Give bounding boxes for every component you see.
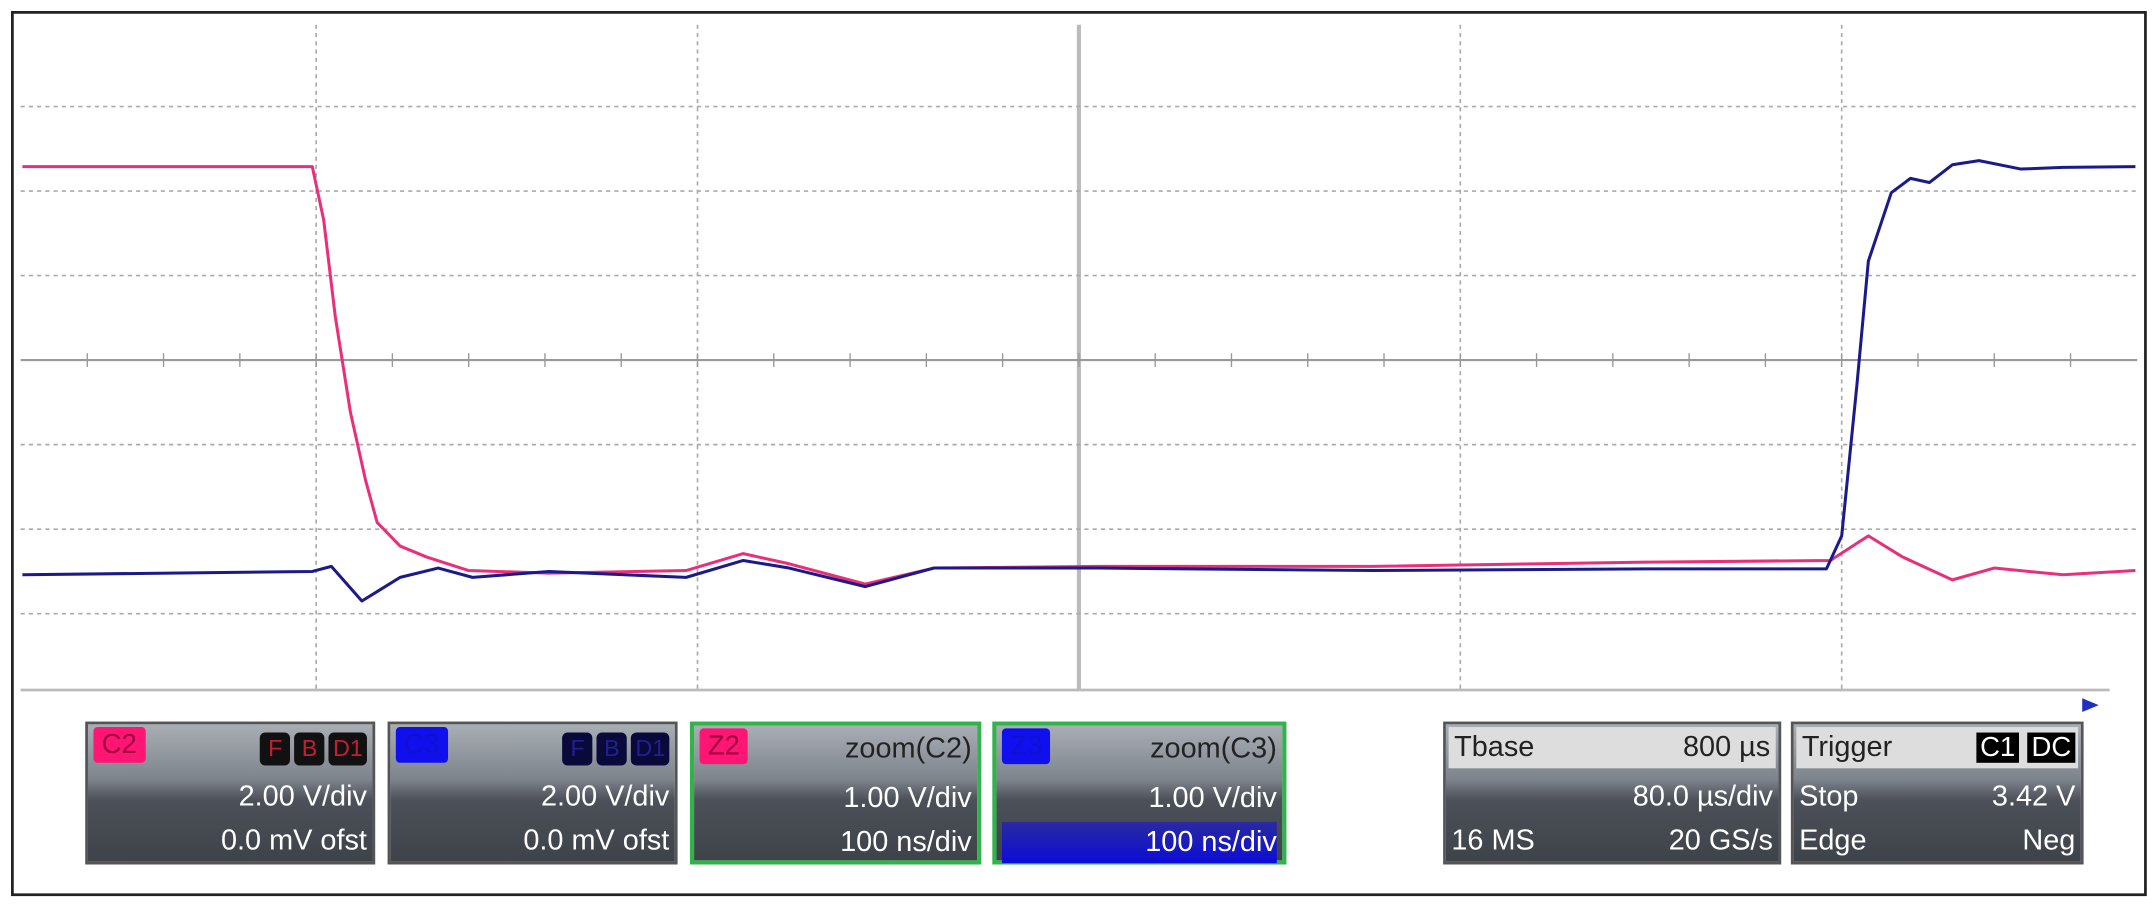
flag: F [260,732,291,766]
trigger-source: C1 [1975,732,2020,763]
channel-badge: C2 [93,727,146,763]
trigger-type: Edge [1799,824,1867,857]
volts-per-div: 2.00 V/div [238,780,367,813]
oscilloscope-screen: C2 F B D1 2.00 V/div 0.0 mV ofst C3 F B D1 2… [0,0,2155,906]
zoom-z3-descriptor[interactable]: Z3 zoom(C3) 1.00 V/div 100 ns/div [992,721,1287,865]
flag: D1 [631,732,670,766]
sample-rate: 20 GS/s [1668,824,1773,857]
timebase-descriptor[interactable]: Tbase 800 µs 80.0 µs/div 16 MS 20 GS/s [1443,721,1782,865]
sample-count: 16 MS [1451,824,1535,857]
channel-c3-descriptor[interactable]: C3 F B D1 2.00 V/div 0.0 mV ofst [387,721,678,865]
offset: 0.0 mV ofst [523,824,670,857]
volts-per-div: 1.00 V/div [1148,782,1277,814]
time-per-div: 100 ns/div [840,826,972,858]
volts-per-div: 2.00 V/div [540,780,670,813]
channel-badge: C3 [395,727,448,763]
trigger-position-arrow-icon [2082,698,2099,712]
flag: D1 [328,732,367,766]
timebase-label: Tbase [1454,731,1535,763]
offset: 0.0 mV ofst [220,824,367,857]
trigger-slope: Neg [2022,824,2076,857]
trigger-mode: Stop [1799,780,1859,813]
trigger-descriptor[interactable]: Trigger C1 DC Stop 3.42 V Edge Neg [1790,721,2084,865]
zoom-source: zoom(C3) [1150,732,1277,765]
timebase-delay: 800 µs [1682,731,1771,763]
zoom-z2-descriptor[interactable]: Z2 zoom(C2) 1.00 V/div 100 ns/div [689,721,982,865]
trigger-coupling: DC [2027,732,2076,763]
time-per-div: 80.0 µs/div [1632,780,1773,813]
volts-per-div: 1.00 V/div [843,782,972,814]
flag: B [294,732,325,766]
time-per-div: 100 ns/div [1145,826,1277,858]
flag: F [562,732,593,766]
zoom-badge: Z3 [1001,728,1051,765]
channel-c2-descriptor[interactable]: C2 F B D1 2.00 V/div 0.0 mV ofst [85,721,376,865]
trigger-label: Trigger [1801,731,1893,763]
zoom-source: zoom(C2) [844,732,972,765]
flag: B [596,732,628,766]
trigger-level: 3.42 V [1991,780,2076,813]
zoom-badge: Z2 [699,728,749,765]
